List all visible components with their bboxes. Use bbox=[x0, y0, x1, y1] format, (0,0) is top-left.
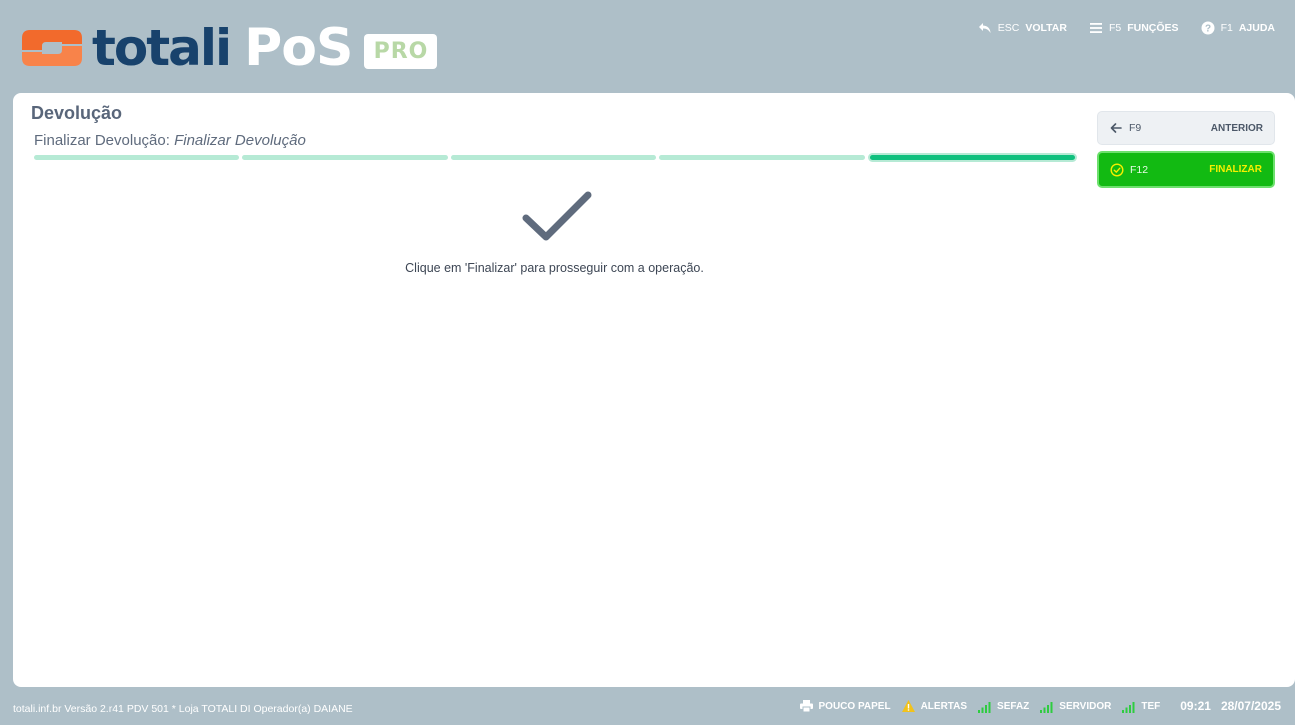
main-card: Devolução Finalizar Devolução: Finalizar… bbox=[13, 93, 1295, 687]
finish-label: FINALIZAR bbox=[1209, 164, 1262, 175]
sefaz-status[interactable]: SEFAZ bbox=[977, 699, 1029, 713]
paper-label: POUCO PAPEL bbox=[818, 700, 891, 712]
progress-bar bbox=[34, 153, 1078, 162]
functions-label: FUNÇÕES bbox=[1127, 22, 1179, 34]
functions-button[interactable]: F5 FUNÇÕES bbox=[1089, 21, 1179, 35]
finish-key: F12 bbox=[1130, 163, 1149, 176]
server-label: SERVIDOR bbox=[1059, 700, 1112, 712]
sefaz-label: SEFAZ bbox=[997, 700, 1030, 712]
step-prefix: Finalizar Devolução: bbox=[34, 132, 170, 149]
progress-step-3 bbox=[450, 155, 657, 160]
arrow-left-icon bbox=[1108, 120, 1124, 136]
progress-step-4 bbox=[659, 155, 865, 160]
printer-icon bbox=[799, 699, 815, 713]
clock-time: 09:21 bbox=[1180, 699, 1211, 713]
back-key: ESC bbox=[997, 22, 1020, 34]
alerts-label: ALERTAS bbox=[920, 700, 968, 712]
signal-icon bbox=[1039, 699, 1055, 713]
logo: totali PoS PRO bbox=[16, 18, 438, 78]
previous-button[interactable]: F9 ANTERIOR bbox=[1097, 111, 1275, 145]
page-title: Devolução bbox=[31, 103, 123, 123]
warning-icon bbox=[901, 699, 917, 713]
functions-key: F5 bbox=[1108, 22, 1122, 34]
check-circle-icon bbox=[1109, 162, 1125, 178]
checkmark-icon bbox=[518, 188, 598, 248]
undo-icon bbox=[978, 21, 992, 35]
step-title: Finalizar Devolução: Finalizar Devolução bbox=[34, 132, 306, 149]
server-status[interactable]: SERVIDOR bbox=[1039, 699, 1111, 713]
top-actions: ESC VOLTAR F5 FUNÇÕES ? F1 AJUDA bbox=[978, 21, 1275, 35]
previous-label: ANTERIOR bbox=[1210, 122, 1263, 134]
status-bar: totali.inf.br Versão 2.r41 PDV 501 * Loj… bbox=[0, 688, 1295, 725]
paper-status[interactable]: POUCO PAPEL bbox=[799, 699, 891, 713]
progress-step-5 bbox=[867, 153, 1078, 162]
help-label: AJUDA bbox=[1238, 22, 1275, 34]
svg-text:?: ? bbox=[1205, 24, 1211, 35]
progress-step-1 bbox=[34, 155, 240, 160]
help-icon: ? bbox=[1201, 21, 1215, 35]
instruction-message: Clique em 'Finalizar' para prosseguir co… bbox=[405, 261, 704, 275]
finish-button[interactable]: F12 FINALIZAR bbox=[1097, 151, 1275, 188]
header: totali PoS PRO ESC VOLTAR F5 FUNÇÕES ? F… bbox=[0, 0, 1295, 92]
help-key: F1 bbox=[1220, 22, 1233, 34]
signal-icon bbox=[1121, 699, 1137, 713]
menu-icon bbox=[1089, 21, 1103, 35]
clock-date: 28/07/2025 bbox=[1220, 699, 1281, 713]
back-label: VOLTAR bbox=[1025, 22, 1067, 34]
alerts-status[interactable]: ALERTAS bbox=[901, 699, 967, 713]
logo-pos: PoS bbox=[244, 18, 353, 78]
logo-word: totali bbox=[92, 19, 232, 77]
tef-status[interactable]: TEF bbox=[1121, 699, 1160, 713]
progress-step-2 bbox=[242, 155, 448, 160]
signal-icon bbox=[977, 699, 993, 713]
back-button[interactable]: ESC VOLTAR bbox=[978, 21, 1067, 35]
logo-badge: PRO bbox=[364, 33, 438, 69]
app-window: totali PoS PRO ESC VOLTAR F5 FUNÇÕES ? F… bbox=[0, 0, 1295, 725]
status-indicators: POUCO PAPEL ALERTAS SEFAZ SERVIDOR TEF 0… bbox=[799, 699, 1281, 713]
tef-label: TEF bbox=[1141, 700, 1161, 712]
step-name: Finalizar Devolução bbox=[174, 132, 306, 149]
help-button[interactable]: ? F1 AJUDA bbox=[1201, 21, 1275, 35]
footer-info: totali.inf.br Versão 2.r41 PDV 501 * Loj… bbox=[13, 703, 353, 715]
logo-mark-icon bbox=[22, 30, 82, 66]
previous-key: F9 bbox=[1129, 122, 1142, 134]
